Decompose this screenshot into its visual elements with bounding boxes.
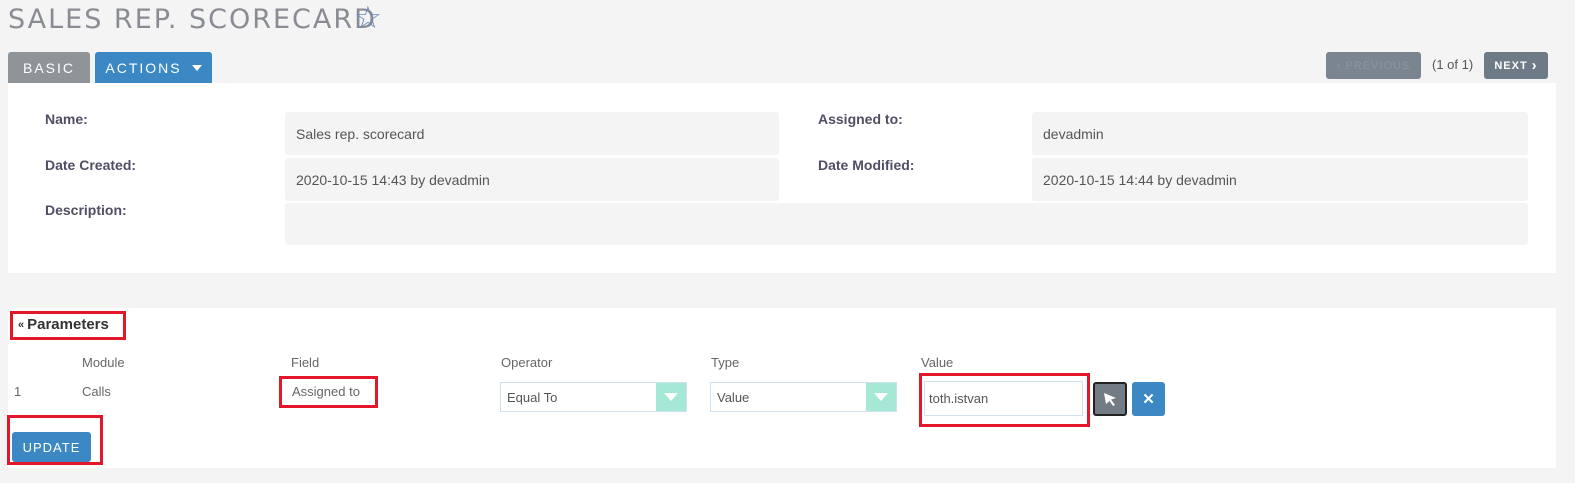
- tab-actions-label: ACTIONS: [105, 59, 182, 76]
- star-outline-icon[interactable]: ☆: [354, 2, 382, 33]
- previous-button-label: PREVIOUS: [1345, 59, 1411, 72]
- dropdown-arrow-icon: [866, 383, 896, 411]
- cursor-arrow-icon: [1104, 393, 1116, 406]
- date-created-value: 2020-10-15 14:43 by devadmin: [285, 158, 779, 201]
- close-icon: ✕: [1142, 391, 1155, 408]
- operator-select-value: Equal To: [507, 389, 558, 405]
- select-user-button[interactable]: [1093, 382, 1127, 416]
- next-button[interactable]: NEXT ›: [1484, 52, 1548, 79]
- operator-select[interactable]: Equal To: [500, 382, 687, 412]
- previous-button[interactable]: ‹ PREVIOUS: [1326, 52, 1421, 79]
- name-label: Name:: [45, 111, 88, 127]
- next-button-label: NEXT: [1494, 59, 1528, 72]
- tab-actions[interactable]: ACTIONS: [95, 52, 212, 83]
- column-value: Value: [921, 355, 954, 370]
- assigned-to-label: Assigned to:: [818, 111, 903, 127]
- page-title: SALES REP. SCORECARD: [8, 4, 377, 35]
- caret-down-icon: [191, 64, 202, 71]
- value-input-text: toth.istvan: [929, 391, 989, 406]
- double-chevron-up-icon: «: [18, 319, 25, 331]
- date-created-label: Date Created:: [45, 157, 137, 173]
- chevron-right-icon: ›: [1531, 57, 1538, 74]
- column-field: Field: [291, 355, 320, 370]
- row-module: Calls: [82, 384, 111, 399]
- tab-basic-label: BASIC: [22, 59, 75, 76]
- value-input[interactable]: toth.istvan: [924, 381, 1083, 416]
- clear-value-button[interactable]: ✕: [1132, 382, 1165, 416]
- update-button-label: UPDATE: [22, 439, 81, 455]
- column-module: Module: [82, 355, 125, 370]
- assigned-to-value: devadmin: [1032, 112, 1528, 155]
- row-index: 1: [14, 384, 22, 399]
- parameters-title: Parameters: [27, 316, 109, 333]
- type-select[interactable]: Value: [710, 382, 897, 412]
- date-modified-value: 2020-10-15 14:44 by devadmin: [1032, 158, 1528, 201]
- row-field: Assigned to: [292, 384, 360, 399]
- type-select-value: Value: [717, 389, 750, 405]
- parameters-toggle[interactable]: «Parameters: [18, 316, 109, 333]
- column-operator: Operator: [501, 355, 553, 370]
- description-label: Description:: [45, 202, 127, 218]
- update-button[interactable]: UPDATE: [12, 432, 91, 462]
- pagination-status: (1 of 1): [1432, 57, 1474, 72]
- chevron-left-icon: ‹: [1336, 59, 1346, 72]
- tab-basic[interactable]: BASIC: [8, 52, 90, 83]
- dropdown-arrow-icon: [656, 383, 686, 411]
- column-type: Type: [711, 355, 740, 370]
- description-value: [285, 203, 1528, 245]
- name-value: Sales rep. scorecard: [285, 112, 779, 155]
- date-modified-label: Date Modified:: [818, 157, 915, 173]
